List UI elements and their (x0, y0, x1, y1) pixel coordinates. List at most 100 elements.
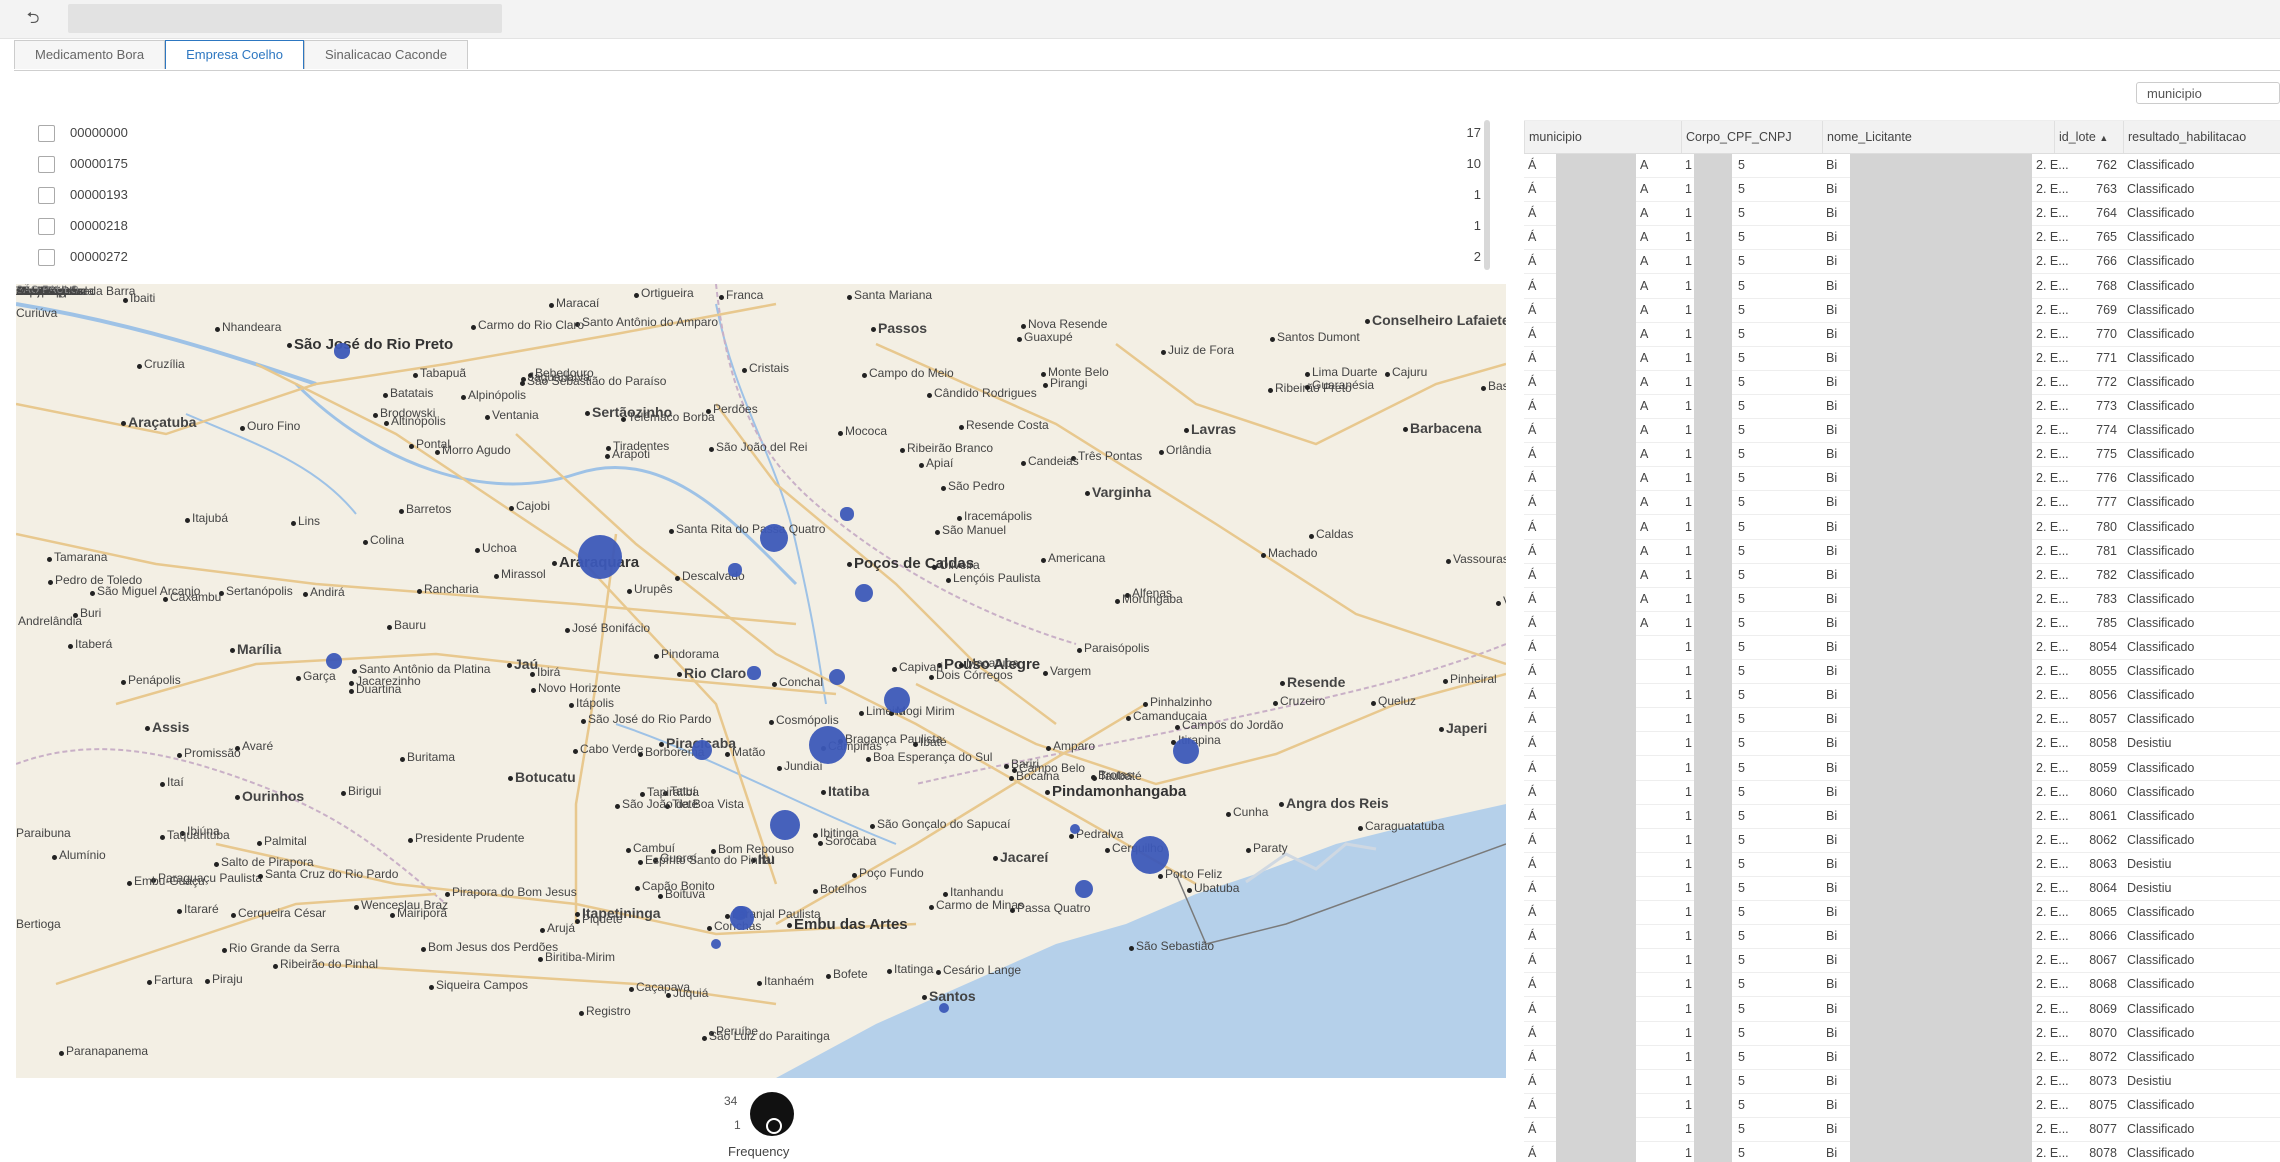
frequency-bubble[interactable] (578, 535, 622, 579)
cell-municipio-start: Á (1528, 832, 1537, 847)
city-marker (508, 776, 513, 781)
city-marker (573, 749, 578, 754)
frequency-bubble[interactable] (1172, 737, 1200, 765)
city-label: Colina (370, 533, 405, 547)
cell-resultado: Classificado (2127, 1001, 2195, 1016)
city-label: Registro (586, 1004, 631, 1018)
frequency-bubble[interactable] (728, 563, 742, 577)
city-marker (1446, 559, 1451, 564)
city-label: Machado (1268, 546, 1318, 560)
map-panel[interactable]: São José do Rio Preto Sertãozinho Passos Co… (16, 284, 1506, 1078)
col-resultado-header[interactable]: resultado_habilitacao (2123, 121, 2280, 153)
checkbox[interactable] (38, 249, 55, 266)
city-marker (852, 873, 857, 878)
city-marker (769, 720, 774, 725)
city-marker (615, 804, 620, 809)
cell-nome-start: Bi (1826, 881, 1838, 895)
col-cpf-cnpj-header[interactable]: Corpo_CPF_CNPJ (1681, 121, 1822, 153)
cell-cpf-end: 5 (1738, 856, 1745, 871)
cell-cpf-start: 1 (1685, 182, 1692, 197)
col-nome-licitante-header[interactable]: nome_Licitante (1822, 121, 2054, 153)
cell-nome-start: Bi (1826, 567, 1838, 582)
frequency-bubble[interactable] (692, 740, 712, 760)
filter-code: 00000175 (70, 156, 128, 171)
col-id-lote-header[interactable]: id_lote ▲ (2054, 121, 2123, 153)
city-marker (552, 561, 557, 566)
cell-resultado: Classificado (2127, 929, 2195, 944)
filter-row[interactable]: 00000193 1 (26, 180, 1481, 211)
city-label: Morro Agudo (442, 443, 511, 457)
frequency-bubble[interactable] (769, 809, 801, 841)
cell-municipio-start: Á (1528, 688, 1537, 703)
cell-id-lote: 8055 (2089, 664, 2117, 679)
cell-cpf-start: 1 (1685, 832, 1692, 847)
city-label: Nhandeara (222, 320, 282, 334)
tab-medicamento-bora[interactable]: Medicamento Bora (14, 40, 166, 69)
city-marker (1371, 701, 1376, 706)
cell-cpf-start: 1 (1685, 953, 1692, 968)
cell-municipio-end: A (1640, 230, 1649, 245)
city-label: Ribeirão Branco (907, 441, 994, 455)
city-label: São Manuel (942, 523, 1007, 537)
cell-municipio-end (1636, 635, 1676, 659)
cell-municipio-end (1636, 1117, 1676, 1141)
frequency-bubble[interactable] (883, 686, 911, 714)
checkbox[interactable] (38, 187, 55, 204)
city-marker (847, 562, 852, 567)
checkbox[interactable] (38, 156, 55, 173)
cell-nome-start: Bi (1826, 374, 1838, 389)
city-marker (127, 881, 132, 886)
tab-empresa-coelho[interactable]: Empresa Coelho (165, 40, 304, 69)
col-municipio-header[interactable]: municipio (1524, 121, 1681, 153)
cell-id-lote: 8072 (2089, 1049, 2117, 1064)
cell-id-lote: 769 (2096, 302, 2117, 317)
cell-resultado: Classificado (2127, 374, 2195, 389)
city-label: Tabapuã (420, 366, 467, 380)
filter-row[interactable]: 00000175 10 (26, 149, 1481, 180)
cell-nome-start: Bi (1826, 1097, 1838, 1112)
city-label: Itajubá (192, 511, 229, 525)
filter-row[interactable]: 00000272 2 (26, 242, 1481, 273)
city-marker (581, 719, 586, 724)
city-label: Alpinópolis (468, 388, 527, 402)
cell-municipio-start: Á (1528, 856, 1537, 871)
cell-cpf-end: 5 (1738, 374, 1745, 389)
filter-list-scrollbar[interactable] (1484, 120, 1490, 270)
cell-resultado: Classificado (2127, 905, 2195, 920)
cell-municipio-end (1636, 900, 1676, 924)
city-marker (959, 663, 964, 668)
frequency-bubble[interactable] (759, 523, 789, 553)
frequency-bubble[interactable] (747, 666, 761, 680)
cell-id-lote: 780 (2096, 519, 2117, 534)
title-field-redacted[interactable] (68, 4, 502, 33)
back-arrow-icon[interactable]: ⮌ (18, 8, 48, 30)
city-marker (461, 395, 466, 400)
cell-resultado: Classificado (2127, 1122, 2195, 1136)
city-label: Ourinhos (242, 788, 305, 804)
cell-municipio-end (1636, 659, 1676, 683)
filter-row[interactable]: 00000000 17 (26, 118, 1481, 149)
city-marker (59, 1051, 64, 1056)
city-marker (1385, 372, 1390, 377)
frequency-bubble[interactable] (840, 507, 854, 521)
cell-municipio-end (1636, 852, 1676, 876)
city-marker (1009, 776, 1014, 781)
sort-column-select[interactable]: municipio (2136, 82, 2280, 104)
checkbox[interactable] (38, 218, 55, 235)
frequency-bubble[interactable] (334, 343, 350, 359)
cell-id-lote: 8057 (2089, 712, 2117, 727)
tab-sinalicacao-caconde[interactable]: Sinalicacao Caconde (303, 40, 469, 69)
city-marker (871, 327, 876, 332)
cell-nome-start: Bi (1826, 856, 1838, 871)
frequency-bubble[interactable] (733, 906, 747, 920)
cell-id-lote: 8073 (2089, 1073, 2117, 1088)
city-label: Mirassol (501, 567, 546, 581)
filter-row[interactable]: 00000218 1 (26, 211, 1481, 242)
city-marker (941, 486, 946, 491)
cell-id-lote: 8061 (2089, 808, 2117, 823)
city-marker (1045, 790, 1050, 795)
cell-resultado: Classificado (2127, 519, 2195, 534)
cell-resultado: Classificado (2127, 326, 2195, 341)
cell-id-lote: 8077 (2089, 1122, 2117, 1136)
checkbox[interactable] (38, 125, 55, 142)
